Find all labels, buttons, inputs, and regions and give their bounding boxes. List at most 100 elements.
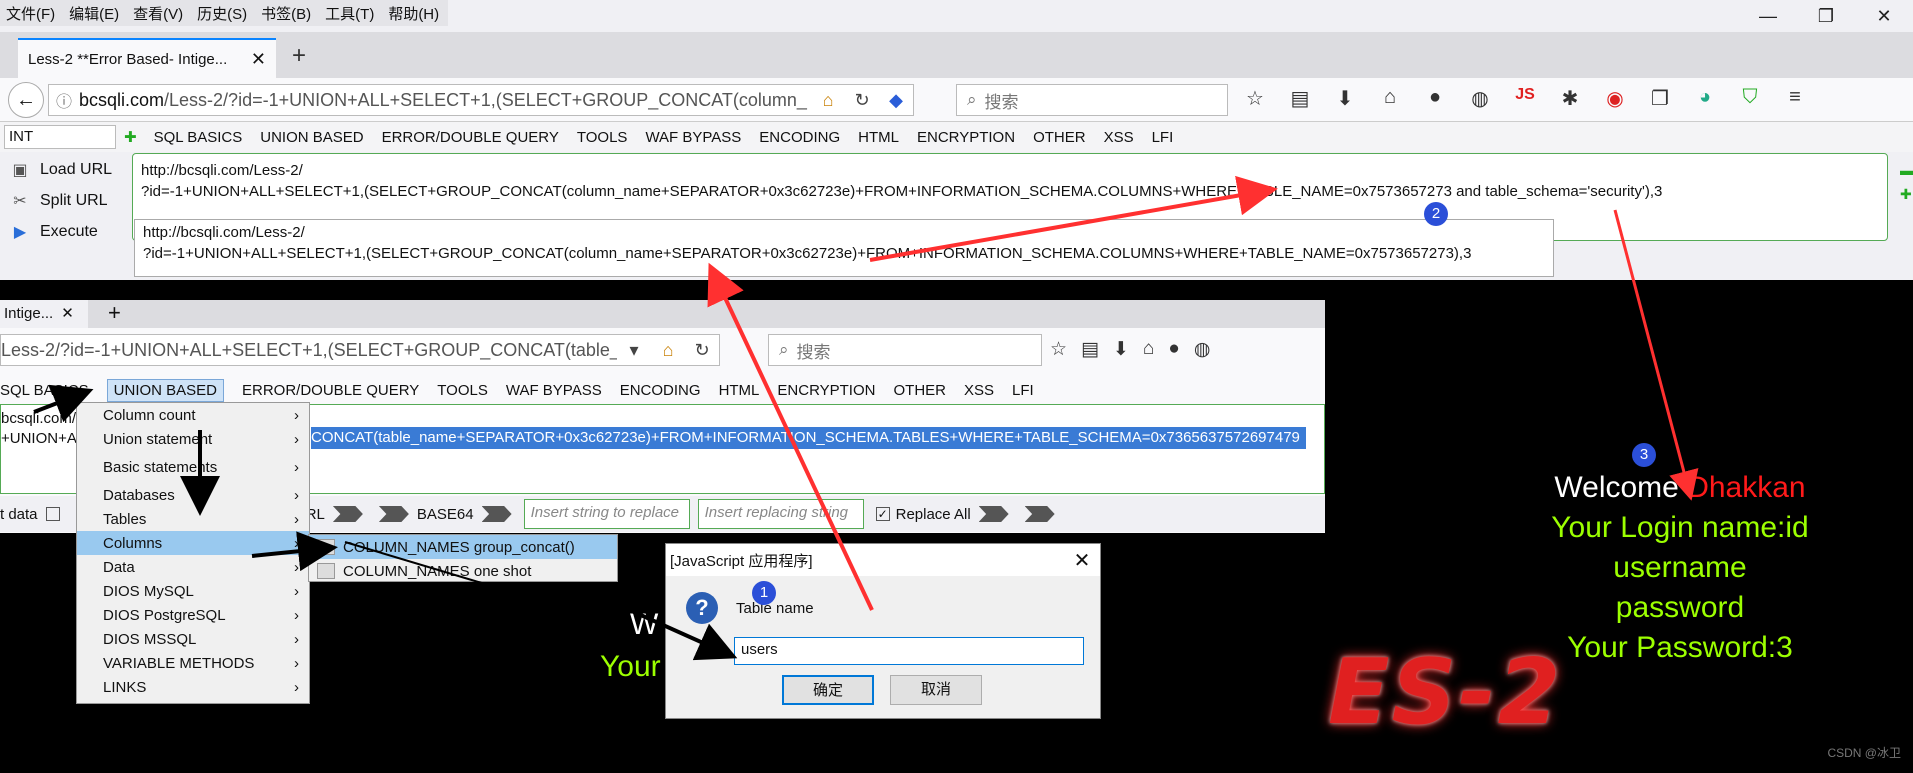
library-icon[interactable]: ▤ (1285, 86, 1315, 111)
minimize-button[interactable]: — (1739, 0, 1797, 32)
menu-encoding[interactable]: ENCODING (620, 382, 701, 399)
menu-item-dios-mssql[interactable]: DIOS MSSQL › (77, 627, 309, 651)
star-icon[interactable]: ☆ (1240, 86, 1270, 111)
close-tab-icon[interactable]: ✕ (251, 49, 266, 70)
menu-item-tables[interactable]: Tables › (77, 507, 309, 531)
replace-go-icon[interactable] (978, 506, 1009, 522)
menu-union-based-active[interactable]: UNION BASED (106, 378, 225, 402)
menu-other[interactable]: OTHER (893, 382, 946, 399)
menu-item-basic-statements[interactable]: Basic statements › (77, 455, 309, 479)
new-tab-button[interactable]: + (108, 300, 121, 326)
insert-string-input[interactable]: Insert string to replace (523, 499, 690, 529)
replace-all-checkbox[interactable]: ✓ (875, 507, 890, 521)
menu-sql-basics[interactable]: SQL BASICS (154, 129, 243, 146)
secondary-tab[interactable]: Intige... ✕ (0, 300, 88, 328)
menu-item-columns[interactable]: Columns › (77, 531, 309, 555)
back-arrow-icon[interactable]: ← (8, 82, 44, 118)
palette-icon[interactable]: ◍ (1465, 86, 1495, 111)
menu-tools[interactable]: 工具(T) (319, 3, 382, 24)
menu-lfi[interactable]: LFI (1152, 129, 1174, 146)
menu-view[interactable]: 查看(V) (127, 3, 191, 24)
menu-waf-bypass[interactable]: WAF BYPASS (506, 382, 602, 399)
globe-icon[interactable]: ● (1168, 338, 1179, 361)
earth-icon[interactable]: ◕ (1690, 86, 1720, 111)
split-url-button[interactable]: ✂ Split URL (0, 185, 128, 216)
menu-item-data[interactable]: Data › (77, 555, 309, 579)
window-icon[interactable]: ❐ (1645, 86, 1675, 111)
home-icon[interactable]: ⌂ (811, 90, 845, 111)
menu-tools-hack[interactable]: TOOLS (577, 129, 628, 146)
restore-button[interactable]: ❐ (1797, 0, 1855, 32)
menu-item-variable-methods[interactable]: VARIABLE METHODS › (77, 651, 309, 675)
secondary-url-bar[interactable]: Less-2/?id=-1+UNION+ALL+SELECT+1,(SELECT… (0, 334, 720, 366)
submenu-column-names-group-concat[interactable]: COLUMN_NAMES group_concat() (309, 535, 617, 559)
replacing-string-input[interactable]: Insert replacing string (697, 499, 864, 529)
menu-encryption[interactable]: ENCRYPTION (917, 129, 1015, 146)
menu-help[interactable]: 帮助(H) (382, 3, 447, 24)
adblock-icon[interactable]: ⛉ (1735, 86, 1765, 111)
replace-back-icon[interactable] (1024, 506, 1055, 522)
hamburger-menu-icon[interactable]: ≡ (1780, 86, 1810, 111)
menu-item-dios-postgresql[interactable]: DIOS PostgreSQL › (77, 603, 309, 627)
submenu-column-names-one-shot[interactable]: COLUMN_NAMES one shot (309, 559, 617, 583)
url-encode-right-icon[interactable] (332, 506, 363, 522)
menu-union-based[interactable]: UNION BASED (260, 129, 363, 146)
plus-icon[interactable]: ✚ (124, 128, 137, 146)
secondary-search-input[interactable]: ⌕ 搜索 (768, 334, 1042, 366)
globe-icon[interactable]: ● (1420, 86, 1450, 111)
menu-encryption[interactable]: ENCRYPTION (777, 382, 875, 399)
menu-tools-hack[interactable]: TOOLS (437, 382, 488, 399)
bug-icon[interactable]: ✱ (1555, 86, 1585, 111)
menu-item-union-statement[interactable]: Union statement › (77, 427, 309, 451)
table-name-input[interactable]: users (734, 637, 1084, 665)
menu-history[interactable]: 历史(S) (191, 3, 255, 24)
library-icon[interactable]: ▤ (1081, 338, 1099, 361)
side-toggle-icons[interactable]: ▬ ✚ (1900, 158, 1913, 206)
menu-xss[interactable]: XSS (1104, 129, 1134, 146)
close-tab-icon[interactable]: ✕ (61, 305, 74, 322)
home-icon[interactable]: ⌂ (651, 340, 685, 361)
base64-left-icon[interactable] (378, 506, 409, 522)
palette-icon[interactable]: ◍ (1194, 338, 1211, 361)
cancel-button[interactable]: 取消 (890, 675, 982, 705)
download-icon[interactable]: ⬇ (1113, 338, 1129, 361)
menu-item-databases[interactable]: Databases › (77, 483, 309, 507)
dropdown-icon[interactable]: ▾ (617, 340, 651, 361)
reload-icon[interactable]: ↻ (845, 90, 879, 111)
menu-other[interactable]: OTHER (1033, 129, 1086, 146)
menu-html[interactable]: HTML (719, 382, 760, 399)
hackbar-url-textarea-overlay[interactable]: http://bcsqli.com/Less-2/ ?id=-1+UNION+A… (134, 219, 1554, 277)
menu-file[interactable]: 文件(F) (0, 3, 63, 24)
url-text[interactable]: bcsqli.com/Less-2/?id=-1+UNION+ALL+SELEC… (79, 90, 811, 111)
close-window-button[interactable]: ✕ (1855, 0, 1913, 32)
type-select[interactable]: INT (4, 125, 116, 149)
dialog-close-icon[interactable]: ✕ (1064, 548, 1100, 573)
menu-xss[interactable]: XSS (964, 382, 994, 399)
load-url-button[interactable]: ▣ Load URL (0, 154, 128, 185)
info-icon[interactable]: ⓘ (49, 88, 79, 112)
shield-red-icon[interactable]: ◉ (1600, 86, 1630, 111)
menu-encoding[interactable]: ENCODING (759, 129, 840, 146)
menu-sql-basics[interactable]: SQL BASICS (0, 382, 89, 399)
menu-bookmarks[interactable]: 书签(B) (255, 3, 319, 24)
menu-item-links[interactable]: LINKS › (77, 675, 309, 699)
selected-query-text[interactable]: CONCAT(table_name+SEPARATOR+0x3c62723e)+… (311, 427, 1306, 449)
url-bar[interactable]: ⓘ bcsqli.com/Less-2/?id=-1+UNION+ALL+SEL… (48, 84, 914, 116)
execute-button[interactable]: ▶ Execute (0, 216, 128, 247)
menu-item-column-count[interactable]: Column count › (77, 403, 309, 427)
ok-button[interactable]: 确定 (782, 675, 874, 705)
tab-less-2[interactable]: Less-2 **Error Based- Intige... ✕ (18, 38, 276, 78)
post-data-checkbox[interactable] (45, 507, 60, 521)
search-input[interactable]: ⌕ 搜索 (956, 84, 1228, 116)
menu-waf-bypass[interactable]: WAF BYPASS (645, 129, 741, 146)
base64-right-icon[interactable] (481, 506, 512, 522)
js-icon[interactable]: JS (1510, 86, 1540, 111)
new-tab-button[interactable]: + (292, 42, 306, 70)
menu-html[interactable]: HTML (858, 129, 899, 146)
menu-error-double-query[interactable]: ERROR/DOUBLE QUERY (242, 382, 419, 399)
star-icon[interactable]: ☆ (1050, 338, 1067, 361)
reload-icon[interactable]: ↻ (685, 340, 719, 361)
menu-item-dios-mysql[interactable]: DIOS MySQL › (77, 579, 309, 603)
home-toolbar-icon[interactable]: ⌂ (1375, 86, 1405, 111)
menu-edit[interactable]: 编辑(E) (63, 3, 127, 24)
